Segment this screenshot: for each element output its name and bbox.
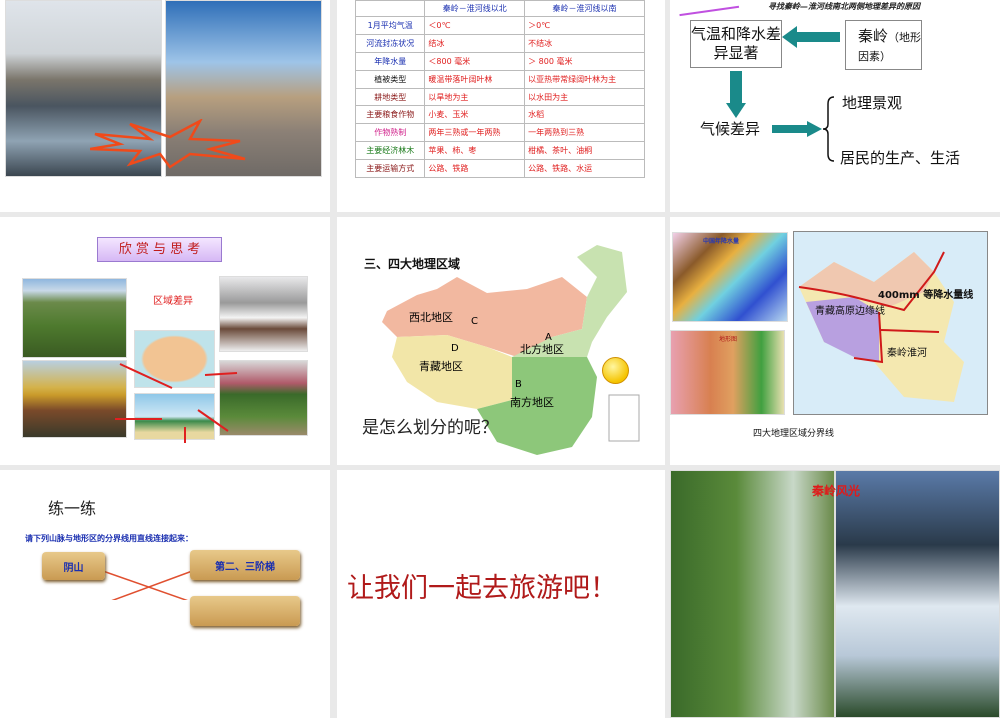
slide-5-thumbnail[interactable]: 三、四大地理区域 西北地区 C D 青藏地区 A 北方地区 B 南方地区 是怎么…	[337, 217, 665, 465]
mountain-road-photo	[670, 470, 835, 718]
table-header-row: 秦岭－淮河线以北 秦岭－淮河线以南	[354, 0, 645, 17]
slide-2-thumbnail[interactable]: 秦岭－淮河线以北 秦岭－淮河线以南 1月平均气温 ＜0℃ ＞0℃ 河流封冻状况 结冰 不结冰年…	[337, 0, 665, 212]
table-cell-south: 柑橘、茶叶、油桐	[524, 141, 645, 161]
down-arrow-icon	[726, 71, 746, 118]
region-boundary-map	[793, 231, 988, 415]
terrain-map: 地形图	[670, 330, 785, 415]
slide-6-thumbnail[interactable]: 中国年降水量 地形图 400mm 等降水量线 青藏高原边缘线 秦岭淮河 四大地理…	[670, 217, 1000, 465]
comparison-table: 秦岭－淮河线以北 秦岭－淮河线以南 1月平均气温 ＜0℃ ＞0℃ 河流封冻状况 结冰 不结冰年…	[354, 0, 645, 179]
table-cell-south: 以水田为主	[524, 87, 645, 107]
table-row: 年降水量 ＜800 毫米＞ 800 毫米	[354, 51, 645, 71]
region-label-north: 北方地区	[520, 343, 564, 356]
left-arrow-icon	[782, 26, 840, 48]
qinling-huaihe-label: 秦岭淮河	[887, 348, 927, 359]
table-cell-label: 1月平均气温	[354, 16, 426, 35]
sea-of-clouds-photo	[835, 470, 1000, 718]
table-cell-north: 暖温带落叶阔叶林	[424, 69, 526, 89]
second-third-step-sign[interactable]: 第二、三阶梯	[190, 550, 300, 580]
slide-4-thumbnail[interactable]: 欣 赏 与 思 考 区域差异	[0, 217, 330, 465]
table-row: 耕地类型 以旱地为主 以水田为主	[354, 87, 645, 107]
climate-difference-box: 气温和降水差异显著	[690, 20, 782, 68]
table-row: 主要粮食作物 小麦、玉米 水稻	[354, 105, 645, 125]
yinshan-sign[interactable]: 阴山	[42, 552, 105, 580]
right-arrow-icon	[772, 121, 822, 137]
table-cell-north: 公路、铁路	[424, 159, 526, 179]
table-cell-north: 两年三熟或一年两熟	[424, 123, 526, 143]
qinling-label: 秦岭	[858, 27, 889, 45]
precipitation-line-label: 400mm 等降水量线	[878, 290, 974, 301]
table-cell-label: 主要经济林木	[354, 141, 426, 161]
table-cell-north: ＜800 毫米	[424, 51, 526, 71]
thinking-face-icon	[602, 357, 629, 384]
region-label-northwest: 西北地区	[409, 311, 453, 324]
south-sea-inset	[608, 394, 640, 442]
qinling-box: 秦岭（地形因素）	[845, 20, 922, 70]
landscape-label: 地理景观	[842, 94, 903, 112]
table-row: 植被类型 暖温带落叶阔叶林 以亚热带常绿阔叶林为主	[354, 69, 645, 89]
connecting-lines	[99, 569, 196, 600]
qinling-scenery-caption: 秦岭风光	[812, 484, 861, 498]
table-cell-north: 苹果、柿、枣	[424, 141, 526, 161]
table-header-cell: 秦岭－淮河线以南	[524, 0, 645, 17]
table-row: 1月平均气温 ＜0℃ ＞0℃	[354, 16, 645, 35]
table-cell-north: 小麦、玉米	[424, 105, 526, 125]
table-row: 主要运输方式 公路、铁路 公路、铁路、水运	[354, 159, 645, 179]
region-letter-d: D	[451, 343, 459, 354]
table-row: 作物熟制 两年三熟或一年两熟 一年两熟到三熟	[354, 123, 645, 143]
table-cell-label: 河流封冻状况	[354, 33, 426, 53]
table-cell-south: 公路、铁路、水运	[524, 159, 645, 179]
right-sign-2[interactable]	[190, 596, 300, 626]
terrain-map-title: 地形图	[719, 336, 738, 343]
region-letter-c: C	[471, 316, 478, 327]
region-letter-b: B	[515, 379, 522, 390]
slide-subtitle: 寻找秦岭—淮河线南北两侧地理差异的原因	[768, 2, 920, 11]
slide-1-thumbnail[interactable]	[0, 0, 330, 212]
question-text: 是怎么划分的呢？	[362, 418, 498, 438]
table-cell-south: 以亚热带常绿阔叶林为主	[524, 69, 645, 89]
table-header-cell: 秦岭－淮河线以北	[424, 0, 526, 17]
table-cell-south: 不结冰	[524, 33, 645, 53]
table-cell-north: 以旱地为主	[424, 87, 526, 107]
precipitation-map-title: 中国年降水量	[703, 238, 740, 245]
red-arrows	[115, 363, 238, 443]
table-cell-label: 主要粮食作物	[354, 105, 426, 125]
production-life-label: 居民的生产、生活	[840, 149, 961, 167]
table-cell-south: 一年两熟到三熟	[524, 123, 645, 143]
table-cell-label: 年降水量	[354, 51, 426, 71]
climate-difference-label: 气候差异	[700, 120, 761, 138]
slide-logo	[676, 0, 740, 17]
region-label-south: 南方地区	[510, 396, 554, 409]
region-label-qinghai-tibet: 青藏地区	[419, 360, 463, 373]
brace-icon	[822, 96, 835, 162]
table-cell-label: 作物熟制	[354, 123, 426, 143]
table-cell-label: 耕地类型	[354, 87, 426, 107]
table-row: 河流封冻状况 结冰 不结冰	[354, 33, 645, 53]
table-cell-label: 植被类型	[354, 69, 426, 89]
precipitation-map: 中国年降水量	[672, 232, 788, 322]
table-cell-south: ＞ 800 毫米	[524, 51, 645, 71]
boundary-caption: 四大地理区域分界线	[753, 429, 835, 439]
table-cell-north: ＜0℃	[424, 16, 526, 35]
plateau-edge-line-label: 青藏高原边缘线	[815, 306, 885, 317]
table-row: 主要经济林木 苹果、柿、枣 柑橘、茶叶、油桐	[354, 141, 645, 161]
slide-8-thumbnail[interactable]: 让我们一起去旅游吧！	[337, 470, 665, 718]
starburst-icon	[90, 119, 246, 169]
lets-travel-text: 让我们一起去旅游吧！	[347, 573, 617, 604]
slide-7-thumbnail[interactable]: 练一练 请下列山脉与地形区的分界线用直线连接起来： 阴山 第二、三阶梯	[0, 470, 330, 718]
table-cell-south: 水稻	[524, 105, 645, 125]
slide-3-thumbnail[interactable]: 寻找秦岭—淮河线南北两侧地理差异的原因 气温和降水差异显著 秦岭（地形因素） 气…	[670, 0, 1000, 212]
slide-9-thumbnail[interactable]: 秦岭风光	[670, 470, 1000, 718]
table-cell-north: 结冰	[424, 33, 526, 53]
table-cell-label: 主要运输方式	[354, 159, 426, 179]
table-cell-south: ＞0℃	[524, 16, 645, 35]
table-header-cell	[354, 0, 426, 17]
